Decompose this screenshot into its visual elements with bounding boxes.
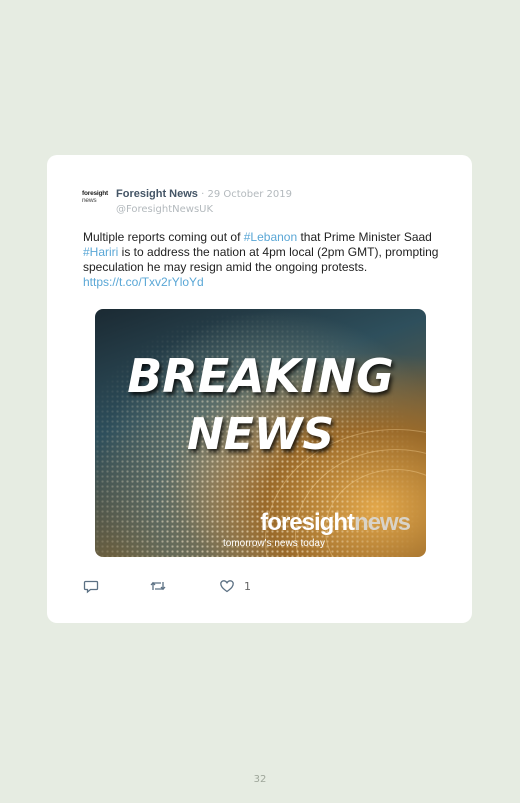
- tweet-text-part: is to address the nation at 4pm local (2…: [83, 245, 439, 274]
- media-brand-logo: foresightnews: [260, 509, 411, 537]
- tweet-card: foresight news Foresight News · 29 Octob…: [47, 155, 472, 623]
- media-headline-news: NEWS: [186, 409, 335, 460]
- author-name[interactable]: Foresight News: [116, 188, 198, 200]
- like-count: 1: [244, 579, 251, 593]
- author-handle[interactable]: @ForesightNewsUK: [116, 204, 446, 215]
- avatar[interactable]: foresight news: [82, 190, 112, 206]
- tweet-header: Foresight News · 29 October 2019 @Foresi…: [116, 184, 446, 215]
- tweet-text: Multiple reports coming out of #Lebanon …: [83, 230, 443, 290]
- tweet-actions: 1: [83, 578, 383, 594]
- tweet-text-part: that Prime Minister Saad: [297, 230, 432, 244]
- hashtag-hariri[interactable]: #Hariri: [83, 245, 118, 259]
- media-tagline: tomorrow's news today: [223, 538, 325, 549]
- retweet-icon: [149, 578, 167, 594]
- like-button[interactable]: 1: [219, 578, 251, 594]
- media-headline-breaking: BREAKING: [127, 349, 394, 403]
- avatar-logo-line1: foresight: [82, 190, 109, 197]
- hashtag-lebanon[interactable]: #Lebanon: [244, 230, 297, 244]
- brand-part1: foresight: [260, 509, 355, 536]
- tweet-media-image[interactable]: BREAKING NEWS foresightnews tomorrow's n…: [95, 309, 426, 557]
- tweet-text-part: Multiple reports coming out of: [83, 230, 244, 244]
- brand-part2: news: [353, 509, 411, 536]
- page-number: 32: [253, 774, 267, 785]
- avatar-logo-line2: news: [82, 197, 97, 204]
- reply-button[interactable]: [83, 578, 99, 594]
- retweet-button[interactable]: [149, 578, 167, 594]
- heart-icon: [219, 578, 235, 594]
- reply-icon: [83, 578, 99, 594]
- tweet-date[interactable]: 29 October 2019: [207, 189, 292, 200]
- tweet-link[interactable]: https://t.co/Txv2rYloYd: [83, 275, 204, 289]
